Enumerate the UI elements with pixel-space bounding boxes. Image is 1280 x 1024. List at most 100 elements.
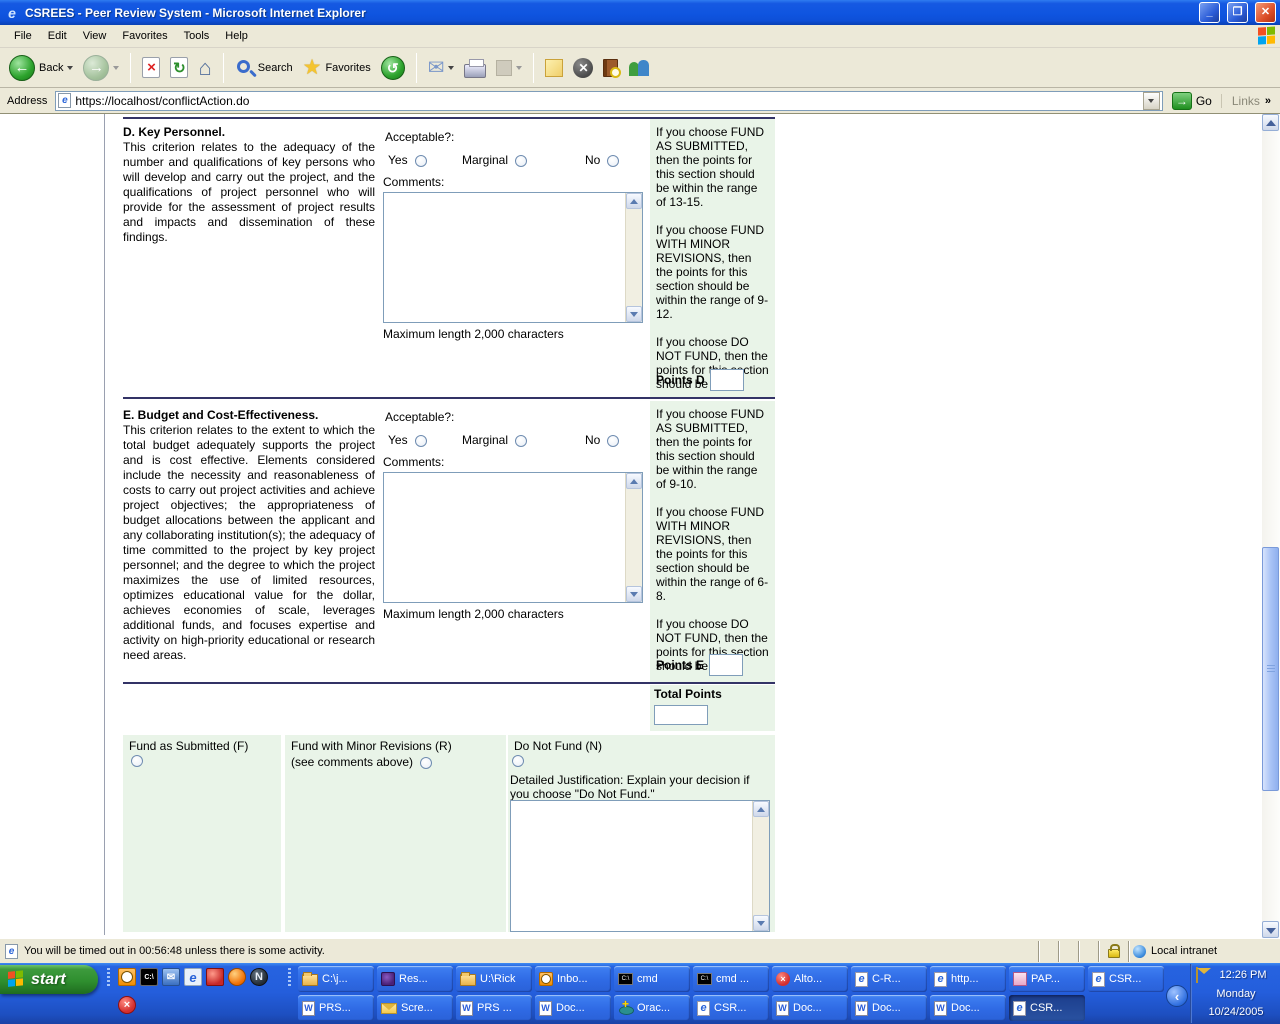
radio-fund-as-submitted[interactable] (131, 755, 143, 767)
address-dropdown-button[interactable] (1142, 91, 1160, 110)
quicklaunch-netscape-icon[interactable]: N (250, 968, 268, 986)
task-button[interactable]: Res... (377, 966, 453, 992)
mail-dropdown-icon[interactable] (448, 65, 455, 70)
edit-button[interactable] (493, 58, 525, 78)
task-button[interactable]: Orac... (614, 995, 690, 1021)
task-button[interactable]: Inbo... (535, 966, 611, 992)
links-chevron-icon[interactable]: » (1265, 95, 1271, 107)
discuss-button[interactable]: ✕ (570, 56, 596, 80)
minimize-button[interactable]: _ (1199, 2, 1220, 23)
menu-view[interactable]: View (75, 27, 115, 45)
scroll-up-icon[interactable] (626, 473, 642, 489)
comments-textarea-d[interactable] (383, 192, 643, 323)
scroll-down-icon[interactable] (626, 586, 642, 602)
comments-textarea-e[interactable] (383, 472, 643, 603)
radio-no-d[interactable] (607, 154, 620, 167)
task-button[interactable]: W PRS... (298, 995, 374, 1021)
task-button[interactable]: × Alto... (772, 966, 848, 992)
quicklaunch-app-red-icon[interactable] (206, 968, 224, 986)
task-button[interactable]: e CSR... (693, 995, 769, 1021)
task-button[interactable]: U:\Rick (456, 966, 532, 992)
radio-fund-minor-revisions[interactable] (420, 756, 433, 769)
task-button[interactable]: PAP... (1009, 966, 1085, 992)
task-button[interactable]: Scre... (377, 995, 453, 1021)
scrollbar-up-icon[interactable] (1262, 114, 1279, 131)
restore-button[interactable]: ❐ (1227, 2, 1248, 23)
quicklaunch-grip[interactable] (107, 968, 110, 988)
page-scrollbar[interactable] (1262, 114, 1280, 938)
back-button[interactable]: ← Back (6, 53, 76, 83)
total-points-input[interactable] (654, 705, 708, 725)
home-button[interactable]: ⌂ (195, 55, 214, 81)
word-icon: W (934, 1000, 947, 1016)
radio-marginal-d[interactable] (515, 154, 528, 167)
go-button[interactable]: → Go (1167, 91, 1217, 110)
stop-button[interactable]: × (139, 55, 163, 80)
points-e-input[interactable] (709, 654, 744, 676)
scrollbar-down-icon[interactable] (1262, 921, 1279, 938)
mail-button[interactable]: ✉ (425, 56, 458, 80)
quicklaunch-outlook-express-icon[interactable]: ✉ (162, 968, 180, 986)
textarea-scrollbar[interactable] (752, 801, 769, 931)
scroll-up-icon[interactable] (753, 801, 769, 817)
scroll-up-icon[interactable] (626, 193, 642, 209)
task-button[interactable]: W Doc... (772, 995, 848, 1021)
textarea-scrollbar[interactable] (625, 473, 642, 602)
scroll-down-icon[interactable] (753, 915, 769, 931)
tray-mail-icon[interactable] (1196, 967, 1198, 983)
start-button[interactable]: start (0, 965, 98, 994)
note-button[interactable] (542, 57, 566, 79)
address-input[interactable]: e https://localhost/conflictAction.do (55, 90, 1163, 111)
scrollbar-thumb[interactable] (1262, 547, 1279, 791)
menu-help[interactable]: Help (217, 27, 256, 45)
messenger-button[interactable] (625, 56, 655, 80)
radio-marginal-e[interactable] (515, 434, 528, 447)
textarea-scrollbar[interactable] (625, 193, 642, 322)
task-button[interactable]: W Doc... (851, 995, 927, 1021)
task-button[interactable]: e http... (930, 966, 1006, 992)
quicklaunch-internet-explorer-icon[interactable]: e (184, 968, 202, 986)
forward-button[interactable]: → (80, 53, 122, 83)
quicklaunch-clock-icon[interactable] (118, 968, 136, 986)
links-bar[interactable]: Links » (1220, 93, 1277, 108)
task-button[interactable]: W Doc... (930, 995, 1006, 1021)
back-dropdown-icon[interactable] (67, 65, 74, 70)
quicklaunch-firefox-icon[interactable] (228, 968, 246, 986)
radio-yes-d[interactable] (414, 154, 427, 167)
ie-window-icon: e (8, 4, 16, 21)
quicklaunch-cmd-icon[interactable]: C:\ (140, 968, 158, 986)
favorites-button[interactable]: ★ Favorites (300, 55, 374, 80)
refresh-button[interactable]: ↻ (167, 55, 191, 80)
menu-favorites[interactable]: Favorites (114, 27, 175, 45)
task-button[interactable]: C:\ cmd (614, 966, 690, 992)
scroll-down-icon[interactable] (626, 306, 642, 322)
task-button[interactable]: W PRS ... (456, 995, 532, 1021)
acceptable-label: Acceptable?: (385, 130, 455, 144)
menu-tools[interactable]: Tools (176, 27, 218, 45)
comments-label: Comments: (383, 455, 445, 469)
task-button[interactable]: W Doc... (535, 995, 611, 1021)
history-button[interactable]: ↺ (378, 54, 408, 82)
task-button[interactable]: e C-R... (851, 966, 927, 992)
search-button[interactable]: Search (232, 56, 296, 79)
task-button[interactable]: C:\j... (298, 966, 374, 992)
research-button[interactable] (600, 57, 622, 79)
justification-textarea[interactable] (510, 800, 770, 932)
task-button[interactable]: C:\ cmd ... (693, 966, 769, 992)
task-button-active[interactable]: e CSR... (1009, 995, 1085, 1021)
quicklaunch-error-x-icon[interactable]: × (118, 996, 136, 1014)
radio-do-not-fund[interactable] (512, 755, 524, 767)
menu-file[interactable]: File (6, 27, 40, 45)
print-button[interactable] (461, 56, 489, 80)
task-button[interactable]: e CSR... (1088, 966, 1164, 992)
word-icon: W (776, 1000, 789, 1016)
points-d-input[interactable] (709, 369, 744, 391)
radio-yes-e[interactable] (414, 434, 427, 447)
taskbar-chevron-button[interactable]: ‹ (1166, 985, 1188, 1007)
radio-no-e[interactable] (607, 434, 620, 447)
menu-edit[interactable]: Edit (40, 27, 75, 45)
taskband-grip[interactable] (288, 968, 291, 988)
justification-label: Detailed Justification: Explain your dec… (510, 773, 750, 801)
close-button[interactable]: ✕ (1255, 2, 1276, 23)
address-url[interactable]: https://localhost/conflictAction.do (75, 94, 1138, 108)
